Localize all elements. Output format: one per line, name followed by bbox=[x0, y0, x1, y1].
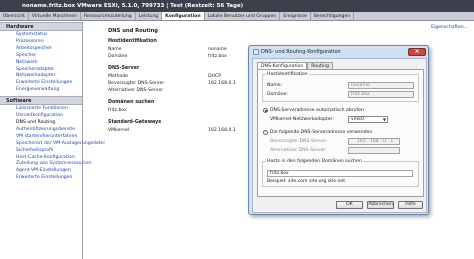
dns-row-value: 192.168.0.1 bbox=[208, 81, 236, 86]
radio-auto-dns[interactable] bbox=[263, 108, 268, 113]
ok-button[interactable]: OK bbox=[336, 201, 363, 209]
cancel-button[interactable]: Abbrechen bbox=[367, 201, 394, 209]
sidebar-item-netzwerk[interactable]: Netzwerk bbox=[16, 60, 82, 67]
dns-row-label: Methode bbox=[108, 74, 129, 79]
sidebar-item-auslagerungsdatei[interactable]: Speicherort der VM-Auslagerungsdatei bbox=[16, 141, 105, 148]
domain-field[interactable]: fritz.box bbox=[348, 91, 414, 98]
host-id-legend: Hostidentifikation bbox=[267, 72, 308, 77]
preferred-dns-label: Bevorzugter DNS-Server: bbox=[270, 139, 328, 144]
tab-virtuelle-maschinen[interactable]: Virtuelle Maschinen bbox=[29, 12, 82, 20]
host-row-domain: Domäne fritz.box bbox=[108, 54, 227, 59]
sidebar-item-vm-starten[interactable]: VM starten/herunterfahren bbox=[16, 134, 82, 141]
tab-berechtigungen[interactable]: Berechtigungen bbox=[311, 12, 355, 20]
host-section-title: Hostidentifikation bbox=[108, 39, 157, 44]
name-field[interactable]: noname bbox=[348, 82, 414, 89]
dns-row-value: DHCP bbox=[208, 74, 221, 79]
sidebar-item-sicherheitsprofil[interactable]: Sicherheitsprofil bbox=[16, 148, 82, 155]
tab-leistung[interactable]: Leistung bbox=[136, 12, 163, 20]
properties-link[interactable]: Eigenschaften... bbox=[431, 25, 468, 30]
dns-section-title: DNS-Server bbox=[108, 66, 140, 71]
gateway-row-value: 192.168.0.1 bbox=[208, 128, 236, 133]
sidebar-item-dns-und-routing[interactable]: DNS und Routing bbox=[16, 120, 82, 127]
chevron-down-icon: ▼ bbox=[382, 117, 386, 122]
config-sidebar: Hardware Systemstatus Prozessoren Arbeit… bbox=[0, 22, 105, 259]
software-list: Lizenzierte Funktionen Uhrzeitkonfigurat… bbox=[0, 105, 105, 184]
tab-ressourcenzuteilung[interactable]: Ressourcenzuteilung bbox=[81, 12, 136, 20]
dns-row-alternate: Alternativer DNS-Server bbox=[108, 88, 163, 93]
name-label: Name: bbox=[267, 83, 283, 88]
radio-manual-dns[interactable] bbox=[263, 130, 268, 135]
app-icon bbox=[253, 48, 259, 55]
search-section-title: Domänen suchen bbox=[108, 100, 155, 105]
alternate-dns-label: Alternativer DNS-Server: bbox=[270, 148, 327, 153]
sidebar-item-systemstatus[interactable]: Systemstatus bbox=[16, 32, 82, 39]
tab-ereignisse[interactable]: Ereignisse bbox=[280, 12, 311, 20]
host-row-label: Name bbox=[108, 47, 122, 52]
dialog-body: DNS-Konfiguration Routing Hostidentifika… bbox=[252, 58, 427, 213]
main-tabs: Übersicht Virtuelle Maschinen Ressourcen… bbox=[0, 12, 474, 21]
dns-row-label: Alternativer DNS-Server bbox=[108, 88, 164, 93]
search-domain-legend: Hosts in den folgenden Domänen suchen bbox=[267, 159, 362, 164]
radio-auto-label[interactable]: DNS-Serveradresse automatisch abrufen bbox=[270, 108, 364, 113]
preferred-dns-field[interactable]: 192 . 168 . 0 . 1 bbox=[348, 138, 400, 145]
sidebar-item-arbeitsspeicher[interactable]: Arbeitsspeicher bbox=[16, 46, 82, 53]
dns-config-panel: Hostidentifikation Name: noname Domäne: … bbox=[257, 69, 424, 197]
gateway-section-title: Standard-Gateways bbox=[108, 120, 162, 125]
tab-uebersicht[interactable]: Übersicht bbox=[0, 12, 29, 20]
tab-konfiguration[interactable]: Konfiguration bbox=[162, 12, 205, 20]
sidebar-item-prozessoren[interactable]: Prozessoren bbox=[16, 39, 82, 46]
software-header[interactable]: Software bbox=[0, 96, 82, 106]
host-row-value: fritz.box bbox=[208, 54, 227, 59]
host-row-label: Domäne bbox=[108, 54, 128, 59]
search-example: Beispiel: site.com site.org site.net bbox=[267, 179, 346, 184]
dialog-title: DNS- und Routing-Konfiguration bbox=[261, 49, 341, 55]
domain-label: Domäne: bbox=[267, 92, 288, 97]
host-row-name: Name noname bbox=[108, 47, 227, 52]
dns-row-preferred: Bevorzugter DNS-Server 192.168.0.1 bbox=[108, 81, 236, 86]
tab-lokale-benutzer[interactable]: Lokale Benutzer und Gruppen bbox=[205, 12, 281, 20]
vmk-label: VMkernel-Netzwerkadapter: bbox=[270, 117, 334, 122]
sidebar-item-uhrzeitkonfiguration[interactable]: Uhrzeitkonfiguration bbox=[16, 113, 82, 120]
window-title: noname.fritz.box VMware ESXi, 5.1.0, 799… bbox=[0, 0, 474, 12]
dns-row-method: Methode DHCP bbox=[108, 74, 221, 79]
host-row-value: noname bbox=[208, 47, 227, 52]
hardware-list: Systemstatus Prozessoren Arbeitsspeicher… bbox=[0, 31, 82, 96]
page-title: DNS und Routing bbox=[108, 28, 159, 34]
alternate-dns-field[interactable]: . . . bbox=[348, 147, 400, 154]
sidebar-item-erweiterte-einstellungen-sw[interactable]: Erweiterte Einstellungen bbox=[16, 175, 82, 182]
vmk-select[interactable]: vmk0 ▼ bbox=[348, 116, 388, 123]
dns-routing-dialog: DNS- und Routing-Konfiguration × DNS-Kon… bbox=[248, 45, 429, 215]
vmk-select-value: vmk0 bbox=[351, 117, 364, 122]
sidebar-item-speicher[interactable]: Speicher bbox=[16, 53, 82, 60]
gateway-row-label: VMkernel bbox=[108, 128, 130, 133]
radio-manual-label[interactable]: Die folgende DNS-Serveradresse verwenden bbox=[270, 130, 372, 135]
dns-row-label: Bevorzugter DNS-Server bbox=[108, 81, 165, 86]
dialog-titlebar[interactable]: DNS- und Routing-Konfiguration × bbox=[253, 48, 426, 56]
help-button[interactable]: Hilfe bbox=[398, 201, 423, 209]
close-icon[interactable]: × bbox=[408, 48, 426, 56]
sidebar-item-energieverwaltung[interactable]: Energieverwaltung bbox=[16, 87, 82, 94]
gateway-row-vmkernel: VMkernel 192.168.0.1 bbox=[108, 128, 236, 133]
sidebar-item-authentifizierungsdienste[interactable]: Authentifizierungsdienste bbox=[16, 127, 82, 134]
hardware-header[interactable]: Hardware bbox=[0, 22, 82, 31]
search-domain-field[interactable]: fritz.box bbox=[267, 170, 413, 177]
search-domain-value: fritz.box bbox=[108, 108, 127, 113]
